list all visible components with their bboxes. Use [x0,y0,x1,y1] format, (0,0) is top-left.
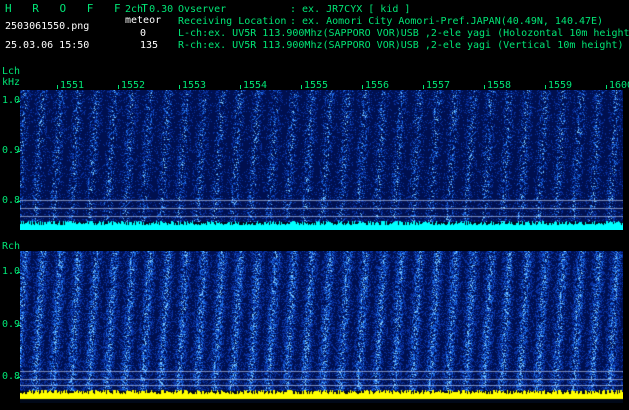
filename-label: 2503061550.png [5,21,90,32]
rch-description: R-ch:ex. UV5R 113.900Mhz(SAPPORO VOR)USB… [178,40,624,51]
time-tick [179,85,180,89]
observer-value: : ex. JR7CYX [ kid ] [290,4,411,15]
lch-unit-label: kHz [2,77,21,88]
count-l: 0 [140,28,147,39]
location-label: Receiving Location [178,16,287,27]
lch-channel-label: Lch [2,66,21,77]
location-value: : ex. Aomori City Aomori-Pref.JAPAN(40.4… [290,16,604,27]
count-r: 135 [140,40,159,51]
time-tick [57,85,58,89]
observer-label: Ovserver [178,4,227,15]
time-tick [240,85,241,89]
time-tick [423,85,424,89]
version-label: 2ch 0.30 [125,4,174,15]
time-tick [362,85,363,89]
time-tick [484,85,485,89]
time-tick [118,85,119,89]
time-tick [545,85,546,89]
time-tick [606,85,607,89]
datetime-label: 25.03.06 15:50 [5,40,90,51]
lch-description: L-ch:ex. UV5R 113.900Mhz(SAPPORO VOR)USB… [178,28,629,39]
lch-spectrogram[interactable] [20,90,623,230]
rch-spectrogram[interactable] [20,251,623,403]
mode-label: meteor [125,15,162,26]
rch-channel-label: Rch [2,241,21,252]
time-tick [301,85,302,89]
